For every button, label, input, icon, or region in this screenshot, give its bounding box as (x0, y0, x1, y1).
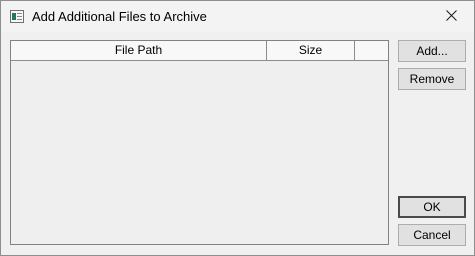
archive-window-icon (10, 10, 24, 23)
close-icon (445, 9, 457, 24)
file-list-header: File Path Size (11, 41, 388, 61)
file-list[interactable]: File Path Size (10, 40, 389, 245)
remove-button[interactable]: Remove (398, 68, 466, 90)
close-button[interactable] (428, 1, 474, 32)
column-header-extra[interactable] (355, 41, 388, 60)
ok-button[interactable]: OK (398, 196, 466, 218)
column-header-size[interactable]: Size (267, 41, 355, 60)
add-button[interactable]: Add... (398, 40, 466, 62)
add-files-dialog: Add Additional Files to Archive File Pat… (0, 0, 475, 256)
title-bar: Add Additional Files to Archive (1, 1, 474, 32)
column-header-file-path[interactable]: File Path (11, 41, 267, 60)
window-title: Add Additional Files to Archive (32, 9, 207, 24)
cancel-button[interactable]: Cancel (398, 224, 466, 246)
